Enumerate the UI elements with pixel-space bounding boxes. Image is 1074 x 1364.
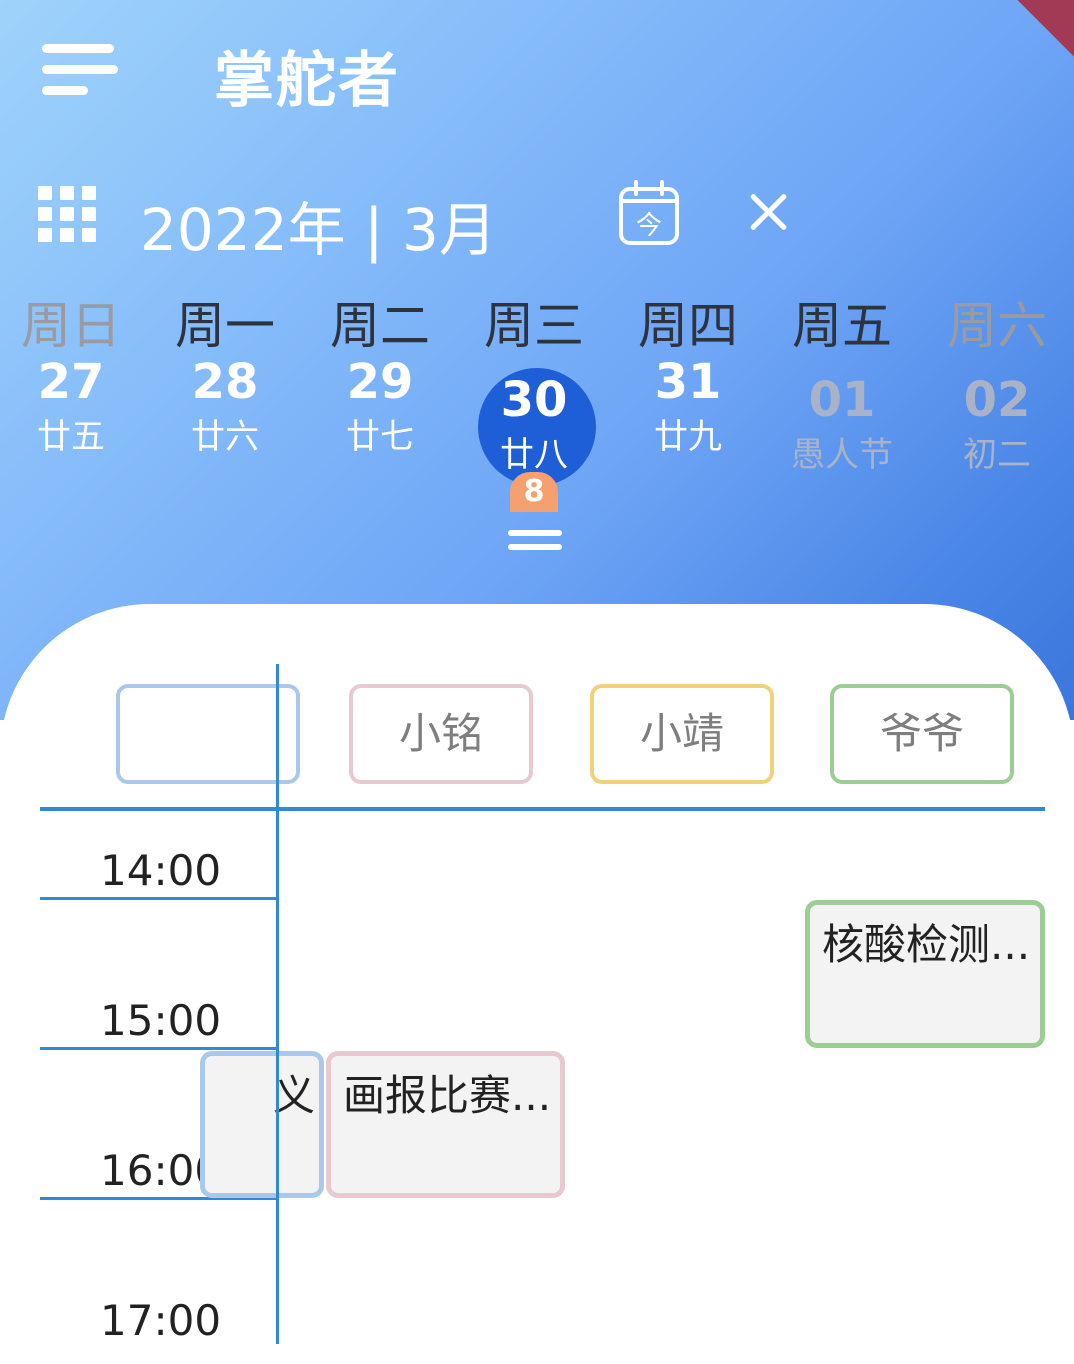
day-number: 02	[963, 372, 1031, 428]
member-tab[interactable]: 小靖	[590, 684, 774, 784]
weekday-mon: 周一	[175, 297, 275, 355]
close-icon[interactable]	[746, 190, 790, 234]
today-calendar-icon[interactable]: 今	[618, 180, 680, 246]
time-label: 15:00	[100, 996, 222, 1045]
day-cell[interactable]: 29 廿七	[303, 352, 457, 462]
time-label: 17:00	[100, 1296, 222, 1345]
today-glyph: 今	[636, 211, 662, 241]
member-tab-partial[interactable]	[116, 684, 300, 784]
day-number: 29	[346, 354, 414, 410]
lunar-date: 廿五	[37, 417, 105, 457]
day-cell-selected[interactable]: 30 廿八	[457, 352, 611, 486]
day-number: 30	[500, 372, 568, 428]
lunar-date: 初二	[963, 435, 1031, 475]
timeline-axis	[276, 664, 279, 1344]
weekday-thu: 周四	[638, 297, 738, 355]
app-title: 掌舵者	[214, 46, 400, 116]
lunar-date: 廿九	[654, 417, 722, 457]
member-tab[interactable]: 爷爷	[830, 684, 1014, 784]
weekday-sun: 周日	[21, 297, 121, 355]
weekday-fri: 周五	[792, 297, 892, 355]
day-cell[interactable]: 27 廿五	[0, 352, 148, 462]
day-cell[interactable]: 31 廿九	[611, 352, 765, 462]
event-count-badge: 8	[510, 472, 558, 512]
event-card[interactable]: 画报比赛...	[326, 1051, 565, 1198]
corner-decoration	[1017, 0, 1074, 57]
weekday-sat: 周六	[947, 297, 1047, 355]
time-divider	[40, 1047, 278, 1050]
day-cell[interactable]: 02 初二	[920, 370, 1074, 480]
day-number: 28	[191, 354, 259, 410]
lunar-date: 廿六	[191, 417, 259, 457]
header-divider	[40, 807, 1045, 811]
day-number: 31	[654, 354, 722, 410]
menu-icon[interactable]	[42, 44, 118, 96]
time-divider	[40, 897, 278, 900]
day-cell[interactable]: 28 廿六	[148, 352, 302, 462]
day-number: 27	[37, 354, 105, 410]
grid-view-icon[interactable]	[38, 186, 96, 242]
month-selector[interactable]: 2022年 | 3月	[140, 183, 497, 267]
lunar-date: 廿七	[346, 417, 414, 457]
event-card-partial[interactable]: 义	[200, 1051, 324, 1198]
lunar-date: 愚人节	[791, 435, 893, 475]
time-label: 14:00	[100, 846, 222, 895]
weekday-wed: 周三	[484, 297, 584, 355]
day-cell[interactable]: 01 愚人节	[765, 370, 919, 480]
weekday-tue: 周二	[330, 297, 430, 355]
member-tab[interactable]: 小铭	[349, 684, 533, 784]
event-card[interactable]: 核酸检测...	[805, 900, 1045, 1048]
day-number: 01	[808, 372, 876, 428]
drag-handle[interactable]	[508, 530, 562, 554]
